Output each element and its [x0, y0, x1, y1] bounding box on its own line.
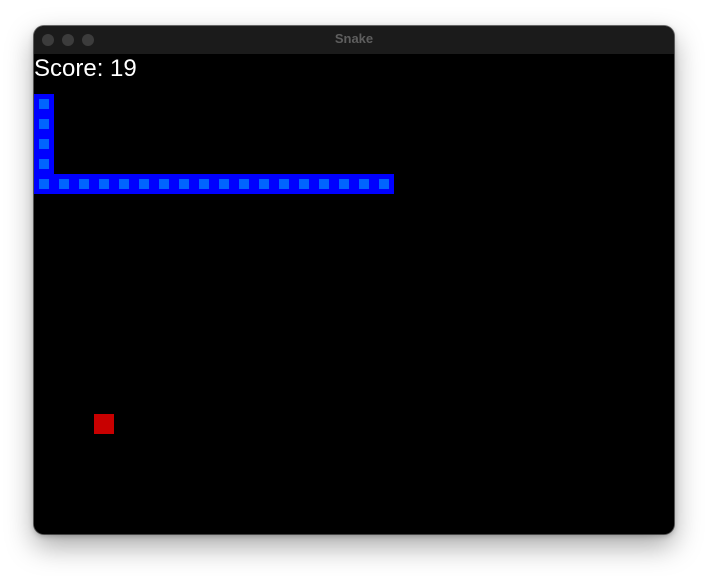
snake-segment — [334, 174, 354, 194]
snake-segment — [74, 174, 94, 194]
snake-segment — [234, 174, 254, 194]
window-title: Snake — [334, 31, 374, 46]
snake-segment — [254, 174, 274, 194]
snake-segment — [134, 174, 154, 194]
snake-segment — [174, 174, 194, 194]
score-label: Score: 19 — [34, 55, 137, 82]
snake-segment — [34, 94, 54, 114]
game-board[interactable]: Score: 19 — [34, 54, 674, 534]
snake-segment — [354, 174, 374, 194]
snake-segment — [34, 134, 54, 154]
snake-head — [374, 174, 394, 194]
snake-segment — [34, 154, 54, 174]
snake-segment — [274, 174, 294, 194]
game-window: Snake Score: 19 — [34, 26, 674, 534]
snake-segment — [214, 174, 234, 194]
snake-segment — [294, 174, 314, 194]
snake-segment — [114, 174, 134, 194]
food-apple — [94, 414, 114, 434]
snake-segment — [34, 114, 54, 134]
snake-segment — [34, 174, 54, 194]
snake-segment — [94, 174, 114, 194]
title-bar[interactable]: Snake — [34, 26, 674, 55]
snake-segment — [154, 174, 174, 194]
snake-segment — [194, 174, 214, 194]
snake-segment — [314, 174, 334, 194]
snake-segment — [54, 174, 74, 194]
